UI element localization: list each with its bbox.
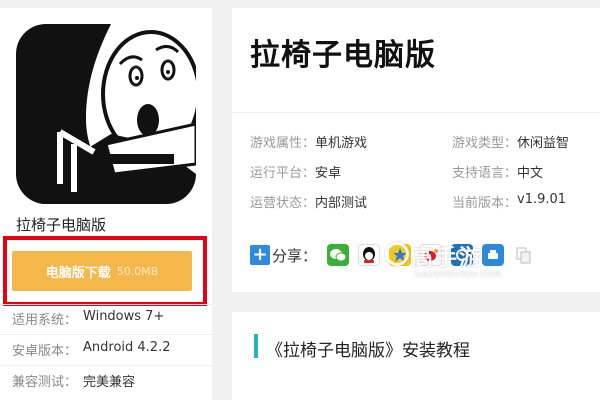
pc-download-button[interactable]: 电脑版下载 50.0MB	[12, 251, 192, 291]
download-label: 电脑版下载	[45, 265, 111, 281]
attr-key: 运行平台：	[250, 166, 316, 181]
divider	[232, 112, 600, 113]
attr-value[interactable]: 单机游戏	[315, 132, 367, 151]
tutorial-card: 《拉椅子电脑版》安装教程	[232, 312, 600, 400]
attr-value: v1.9.01	[517, 192, 567, 207]
wechat-icon[interactable]	[327, 244, 350, 266]
download-size: 50.0MB	[116, 264, 159, 278]
tutorial-title: 《拉椅子电脑版》安装教程	[266, 341, 470, 361]
app-name: 拉椅子电脑版	[16, 216, 107, 234]
copy-icon[interactable]	[513, 244, 536, 266]
attr-status: 运营状态： 内部测试	[250, 192, 367, 211]
attr-platform: 运行平台： 安卓	[250, 162, 341, 181]
spec-key: 适用系统：	[12, 313, 78, 328]
spec-value: 完美兼容	[83, 375, 136, 390]
watermark-subtext: GAOSHOUYOU.COM	[415, 270, 502, 279]
divider	[0, 304, 212, 305]
divider	[0, 365, 212, 366]
spec-value: Windows 7+	[83, 309, 165, 324]
attr-value: 内部测试	[315, 196, 368, 211]
attr-game-type: 游戏类型： 休闲益智	[452, 132, 569, 151]
watermark-logo-icon	[385, 242, 409, 266]
app-icon[interactable]	[16, 24, 196, 204]
attr-key: 运营状态：	[250, 196, 316, 211]
watermark-text: 高手游	[411, 246, 484, 271]
qq-icon[interactable]	[358, 244, 381, 266]
share-more-icon[interactable]: +	[250, 245, 270, 265]
attr-key: 支持语言：	[452, 166, 518, 181]
spec-row-system: 适用系统： Windows 7+	[12, 309, 164, 328]
page-title: 拉椅子电脑版	[250, 38, 436, 73]
attr-genre-property: 游戏属性： 单机游戏	[250, 132, 367, 151]
spec-key: 兼容测试：	[12, 375, 78, 390]
spec-row-android: 安卓版本： Android 4.2.2	[12, 340, 171, 359]
attr-key: 当前版本：	[452, 196, 518, 211]
attr-key: 游戏类型：	[452, 136, 518, 151]
share-label: 分享：	[272, 246, 318, 265]
spec-key: 安卓版本：	[12, 344, 78, 359]
divider	[0, 334, 212, 335]
app-icon-image	[16, 24, 196, 204]
attr-language: 支持语言： 中文	[452, 162, 543, 181]
spec-value: Android 4.2.2	[83, 340, 171, 355]
site-watermark: 高手游 GAOSHOUYOU.COM	[385, 236, 509, 286]
attr-value[interactable]: 休闲益智	[517, 132, 569, 151]
attr-key: 游戏属性：	[250, 136, 316, 151]
section-accent-bar	[254, 334, 258, 358]
attr-value: 中文	[517, 166, 544, 181]
spec-row-compat: 兼容测试： 完美兼容	[12, 371, 135, 390]
attr-value: 安卓	[315, 166, 342, 181]
attr-version: 当前版本： v1.9.01	[452, 192, 566, 211]
